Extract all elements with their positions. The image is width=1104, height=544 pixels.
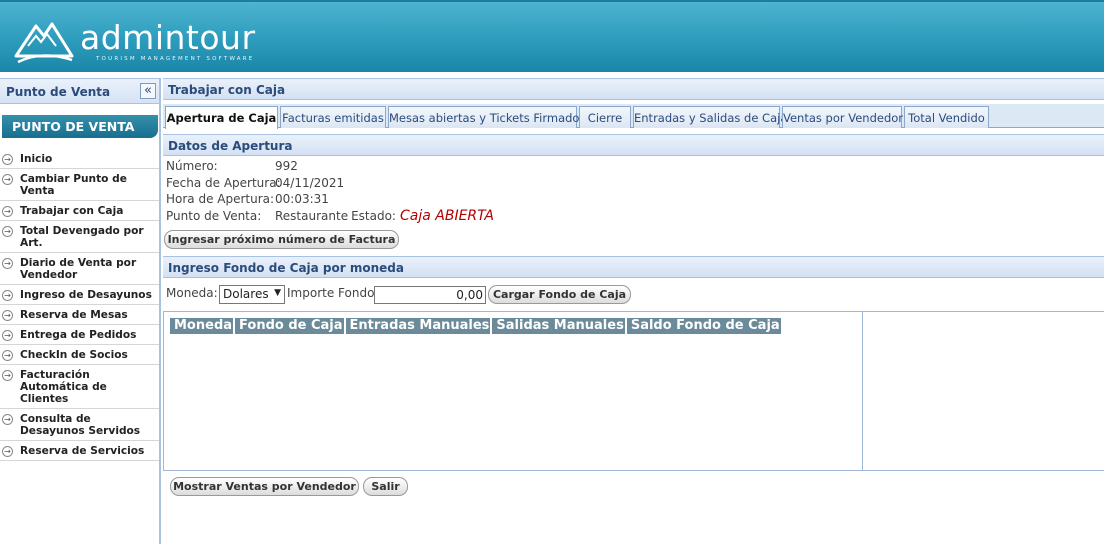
sidebar-item-consulta-de-desayunos[interactable]: → Consulta de Desayunos Servidos (0, 409, 159, 441)
sidebar-item-label: Reserva de Mesas (20, 309, 128, 321)
brand-tagline: TOURISM MANAGEMENT SOFTWARE (96, 56, 255, 62)
sidebar-title: Punto de Venta (6, 85, 111, 99)
sidebar-item-checkin-de-socios[interactable]: → CheckIn de Socios (0, 345, 159, 365)
punto-label: Punto de Venta: (166, 209, 262, 223)
arrow-right-icon: → (2, 226, 13, 237)
tab-bar: Apertura de Caja Facturas emitidas Mesas… (163, 104, 1104, 129)
punto-row: Punto de Venta: Restaurante Estado: Caja AB… (166, 208, 494, 224)
arrow-right-icon: → (2, 258, 13, 269)
arrow-right-icon: → (2, 370, 13, 381)
sidebar-item-label: Reserva de Servicios (20, 445, 145, 457)
sidebar-item-trabajar-con-caja[interactable]: → Trabajar con Caja (0, 201, 159, 221)
sidebar-item-entrega-de-pedidos[interactable]: → Entrega de Pedidos (0, 325, 159, 345)
admintour-logo[interactable]: admintour TOURISM MANAGEMENT SOFTWARE (14, 16, 256, 66)
sidebar-item-facturacion-automatica[interactable]: → Facturación Automática de Clientes (0, 365, 159, 409)
fecha-value: 04/11/2021 (275, 176, 345, 190)
sidebar-item-diario-de-venta[interactable]: → Diario de Venta por Vendedor (0, 253, 159, 285)
sidebar-item-label: Facturación Automática de Clientes (20, 369, 107, 405)
sidebar-item-label: Consulta de Desayunos Servidos (20, 413, 141, 437)
fecha-row: Fecha de Apertura:04/11/2021 (166, 176, 344, 190)
right-empty-panel (863, 311, 1104, 471)
sidebar-item-inicio[interactable]: → Inicio (0, 149, 159, 169)
sidebar-item-label: Cambiar Punto de Venta (20, 173, 127, 197)
sidebar-item-reserva-de-mesas[interactable]: → Reserva de Mesas (0, 305, 159, 325)
ingresar-factura-button[interactable]: Ingresar próximo número de Factura (164, 230, 399, 249)
sidebar-item-label: Diario de Venta por Vendedor (20, 257, 137, 281)
hora-row: Hora de Apertura:00:03:31 (166, 192, 329, 206)
chevron-down-icon: ▼ (274, 288, 281, 298)
moneda-select[interactable]: Dolares ▼ (219, 285, 285, 304)
section-datos-de-apertura: Datos de Apertura (163, 134, 1104, 156)
tab-facturas-emitidas[interactable]: Facturas emitidas (280, 106, 386, 128)
estado-value: Caja ABIERTA (399, 208, 494, 224)
sidebar-item-label: Total Devengado por Art. (20, 225, 144, 249)
hora-label: Hora de Apertura: (166, 192, 275, 206)
numero-value: 992 (275, 159, 298, 173)
sidebar-item-cambiar-punto-de-venta[interactable]: → Cambiar Punto de Venta (0, 169, 159, 201)
arrow-right-icon: → (2, 350, 13, 361)
importe-fondo-input[interactable]: 0,00 (374, 286, 486, 304)
tab-ventas-por-vendedor[interactable]: Ventas por Vendedor (782, 106, 903, 128)
sidebar-menu: → Inicio → Cambiar Punto de Venta → Trabaja… (0, 149, 159, 461)
fecha-label: Fecha de Apertura: (166, 176, 281, 190)
column-header[interactable]: Moneda (170, 318, 234, 334)
sidebar-item-label: Entrega de Pedidos (20, 329, 137, 341)
arrow-right-icon: → (2, 446, 13, 457)
tab-entradas-y-salidas[interactable]: Entradas y Salidas de Caja (633, 106, 787, 128)
arrow-right-icon: → (2, 414, 13, 425)
moneda-selected-value: Dolares (223, 287, 269, 301)
sidebar-item-total-devengado[interactable]: → Total Devengado por Art. (0, 221, 159, 253)
tab-cierre[interactable]: Cierre (579, 106, 631, 128)
sidebar-item-ingreso-de-desayunos[interactable]: → Ingreso de Desayunos (0, 285, 159, 305)
grid-header: Moneda Fondo de Caja Entradas Manuales S… (170, 318, 781, 334)
salir-button[interactable]: Salir (363, 477, 408, 496)
page-title: Trabajar con Caja (163, 78, 1104, 100)
sidebar-item-label: CheckIn de Socios (20, 349, 128, 361)
sidebar-item-reserva-de-servicios[interactable]: → Reserva de Servicios (0, 441, 159, 461)
hora-value: 00:03:31 (275, 192, 329, 206)
moneda-label: Moneda: (166, 286, 218, 300)
sidebar-section-title: PUNTO DE VENTA (2, 115, 158, 138)
arrow-right-icon: → (2, 290, 13, 301)
arrow-right-icon: → (2, 154, 13, 165)
sidebar-item-label: Trabajar con Caja (20, 205, 124, 217)
brand-name: admintour (80, 18, 256, 57)
column-header[interactable]: Salidas Manuales (492, 318, 625, 334)
punto-value: Restaurante (275, 209, 349, 223)
numero-label: Número: (166, 159, 218, 173)
main-content: Trabajar con Caja Apertura de Caja Factu… (163, 78, 1104, 544)
sidebar-header: Punto de Venta « (0, 78, 159, 104)
tab-mesas-abiertas[interactable]: Mesas abiertas y Tickets Firmados (388, 106, 585, 128)
numero-row: Número: 992 (166, 159, 298, 173)
column-header[interactable]: Saldo Fondo de Caja (626, 318, 781, 334)
arrow-right-icon: → (2, 206, 13, 217)
cargar-fondo-button[interactable]: Cargar Fondo de Caja (488, 285, 631, 304)
collapse-sidebar-icon[interactable]: « (140, 83, 156, 99)
column-header[interactable]: Entradas Manuales (345, 318, 491, 334)
section-ingreso-fondo: Ingreso Fondo de Caja por moneda (163, 256, 1104, 278)
sidebar-item-label: Ingreso de Desayunos (20, 289, 152, 301)
fondo-grid: Moneda Fondo de Caja Entradas Manuales S… (163, 311, 863, 471)
estado-label: Estado: (351, 209, 396, 223)
app-header: admintour TOURISM MANAGEMENT SOFTWARE (0, 0, 1104, 72)
tab-total-vendido[interactable]: Total Vendido (904, 106, 989, 128)
sidebar: Punto de Venta « PUNTO DE VENTA → Inicio … (0, 78, 161, 544)
mountain-logo-icon (14, 22, 74, 64)
mostrar-ventas-button[interactable]: Mostrar Ventas por Vendedor (170, 477, 359, 496)
arrow-right-icon: → (2, 174, 13, 185)
tab-apertura-de-caja[interactable]: Apertura de Caja (165, 106, 278, 129)
arrow-right-icon: → (2, 310, 13, 321)
importe-label: Importe Fondo: (287, 286, 379, 300)
arrow-right-icon: → (2, 330, 13, 341)
sidebar-item-label: Inicio (20, 153, 53, 165)
column-header[interactable]: Fondo de Caja (235, 318, 344, 334)
